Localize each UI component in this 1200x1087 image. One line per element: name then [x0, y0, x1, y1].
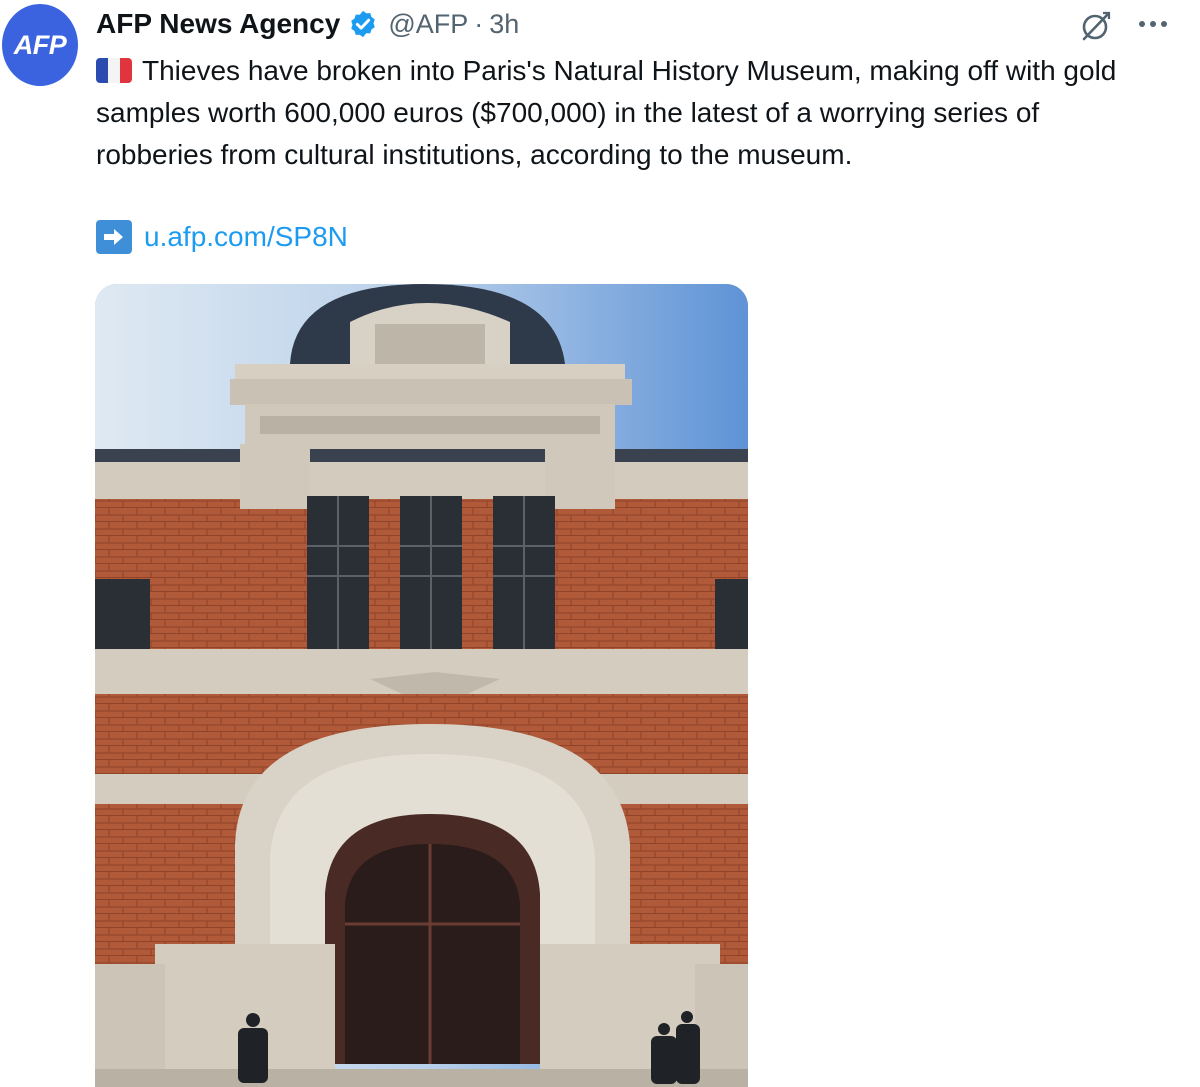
tweet-link[interactable]: u.afp.com/SP8N [144, 221, 348, 253]
avatar-logo-text: AFP [13, 29, 67, 60]
more-options-icon[interactable] [1136, 14, 1170, 34]
tweet-text: Thieves have broken into Paris's Natural… [96, 55, 1117, 170]
avatar[interactable]: AFP [2, 4, 78, 86]
verified-badge-icon [351, 10, 376, 38]
tweet-timestamp[interactable]: 3h [489, 9, 519, 40]
tweet-header: AFP News Agency @AFP · 3h [96, 4, 519, 44]
header-separator: · [474, 8, 484, 39]
right-arrow-icon [96, 220, 132, 254]
france-flag-icon [96, 58, 132, 83]
link-row: u.afp.com/SP8N [96, 216, 348, 258]
grok-icon[interactable] [1078, 8, 1114, 44]
tweet-body: Thieves have broken into Paris's Natural… [96, 50, 1146, 176]
author-name[interactable]: AFP News Agency [96, 8, 340, 40]
museum-facade-photo[interactable] [95, 284, 748, 1087]
author-handle[interactable]: @AFP [388, 9, 468, 40]
